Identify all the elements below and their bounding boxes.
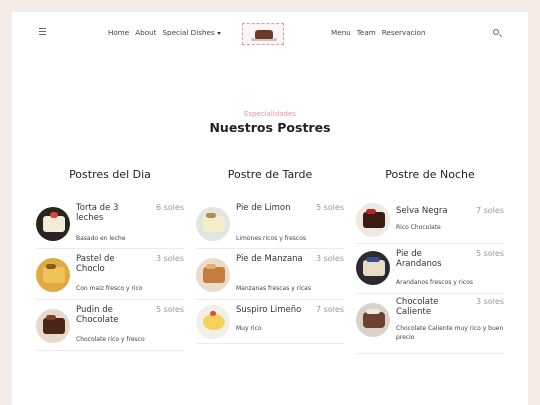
chevron-down-icon	[216, 31, 221, 35]
item-price: 5 soles	[315, 203, 344, 212]
nav-about-link[interactable]: About	[135, 28, 156, 37]
menu-item[interactable]: Pie de Manzana 3 soles Manzanas frescas …	[196, 249, 344, 300]
search-icon[interactable]	[493, 29, 499, 35]
nav-team-link[interactable]: Team	[357, 28, 376, 37]
item-name: Chocolate Caliente	[396, 297, 439, 317]
menu-item[interactable]: Pudin de Chocolate 5 soles Chocolate ric…	[36, 300, 184, 351]
menu-item[interactable]: Pastel de Choclo 3 soles Con maiz fresco…	[36, 249, 184, 300]
item-price: 3 soles	[315, 254, 344, 263]
item-name: Pie de Limon	[236, 203, 291, 213]
dish-image	[36, 207, 70, 241]
menu-item[interactable]: Suspiro Limeño 7 soles Muy rico	[196, 300, 344, 344]
section-title: Nuestros Postres	[209, 120, 331, 135]
dish-image	[196, 258, 230, 292]
item-description: Chocolate Caliente muy rico y buen preci…	[396, 325, 504, 341]
item-price: 7 soles	[475, 206, 504, 215]
logo-cake	[255, 30, 273, 39]
item-price: 5 soles	[475, 249, 504, 258]
item-description: Chocolate rico y fresco	[76, 336, 145, 343]
dish-image	[356, 251, 390, 285]
hamburger-icon[interactable]	[39, 28, 46, 35]
navbar: Home About Special Dishes Menu Team Rese…	[12, 12, 528, 54]
item-description: Con maiz fresco y rico	[76, 285, 143, 292]
nav-menu-link[interactable]: Menu	[331, 28, 351, 37]
item-name: Pastel de Choclo	[76, 254, 115, 274]
dish-image	[36, 309, 70, 343]
item-price: 6 soles	[155, 203, 184, 212]
item-name: Pie de Manzana	[236, 254, 303, 264]
nav-special-dishes-dropdown[interactable]: Special Dishes	[163, 28, 221, 37]
dish-image	[356, 203, 390, 237]
nav-special-dishes-label: Special Dishes	[162, 28, 215, 37]
item-description: Limones ricos y frescos	[236, 235, 307, 242]
menu-column-postres-del-dia: Postres del Dia Torta de 3 leches 6 sole…	[36, 168, 184, 351]
menu-item[interactable]: Pie de Arandanos 5 soles Arandanos fresc…	[356, 244, 504, 294]
page-container: Home About Special Dishes Menu Team Rese…	[12, 12, 528, 405]
item-price: 3 soles	[155, 254, 184, 263]
nav-right: Menu Team Reservacion	[331, 28, 426, 37]
menu-item[interactable]: Torta de 3 leches 6 soles Basado en lech…	[36, 198, 184, 249]
dish-image	[196, 207, 230, 241]
column-heading: Postres del Dia	[69, 168, 151, 181]
item-name: Pudin de Chocolate	[76, 305, 119, 325]
item-price: 7 soles	[315, 305, 344, 314]
dish-image	[196, 305, 230, 339]
item-name: Pie de Arandanos	[396, 249, 442, 269]
item-price: 3 soles	[475, 297, 504, 306]
nav-left: Home About Special Dishes	[108, 28, 221, 37]
item-name: Selva Negra	[396, 206, 448, 216]
item-description: Manzanas frescas y ricas	[236, 285, 311, 292]
nav-home-link[interactable]: Home	[108, 28, 129, 37]
menu-column-postre-de-tarde: Postre de Tarde Pie de Limon 5 soles Lim…	[196, 168, 344, 344]
logo[interactable]	[242, 23, 284, 45]
item-description: Arandanos frescos y ricos	[396, 279, 473, 286]
item-description: Muy rico	[236, 325, 262, 332]
menu-item[interactable]: Pie de Limon 5 soles Limones ricos y fre…	[196, 198, 344, 249]
item-description: Rico Chocolate	[396, 224, 441, 231]
nav-reservacion-link[interactable]: Reservacion	[382, 28, 426, 37]
menu-item[interactable]: Selva Negra 7 soles Rico Chocolate	[356, 198, 504, 244]
dish-image	[36, 258, 70, 292]
section-subtitle: Especialidades	[244, 110, 296, 118]
item-name: Torta de 3 leches	[76, 203, 119, 223]
column-heading: Postre de Noche	[385, 168, 475, 181]
item-price: 5 soles	[155, 305, 184, 314]
column-heading: Postre de Tarde	[227, 168, 313, 181]
dish-image	[356, 303, 390, 337]
menu-column-postre-de-noche: Postre de Noche Selva Negra 7 soles Rico…	[356, 168, 504, 354]
item-description: Basado en leche	[76, 235, 126, 242]
item-name: Suspiro Limeño	[236, 305, 302, 315]
menu-item[interactable]: Chocolate Caliente 3 soles Chocolate Cal…	[356, 294, 504, 354]
